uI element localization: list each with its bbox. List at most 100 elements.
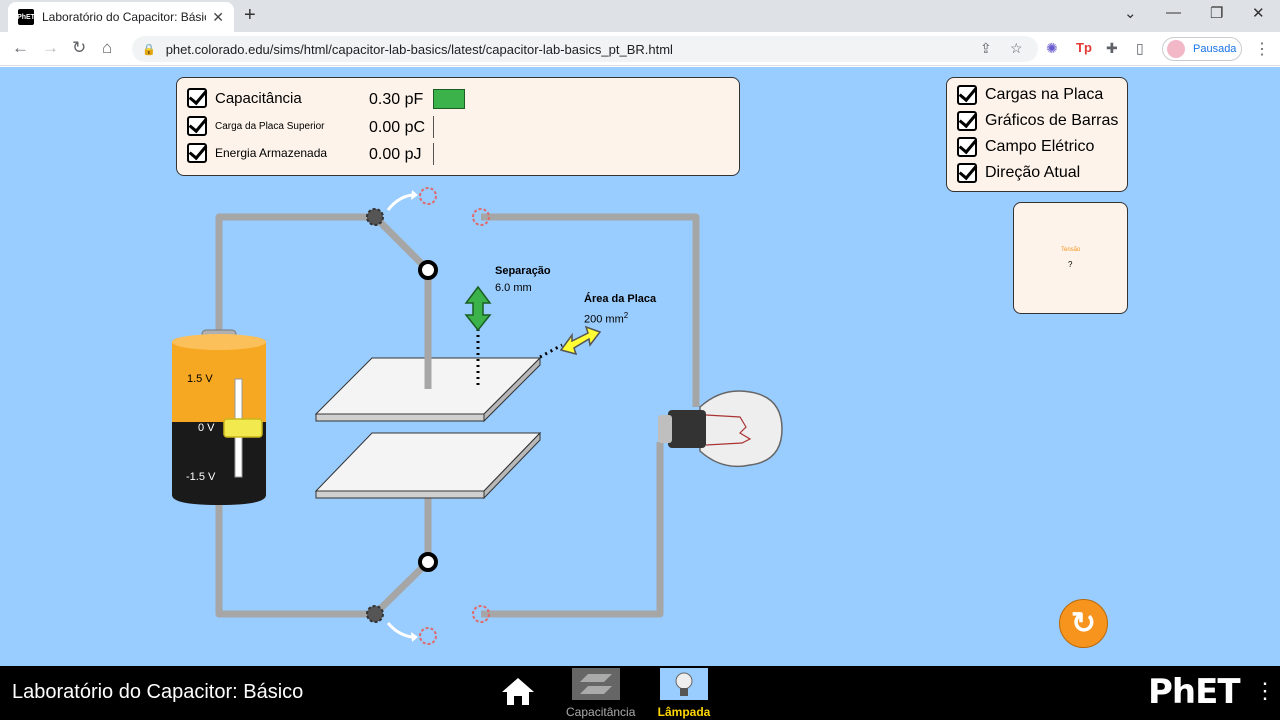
plate-charges-label: Cargas na Placa bbox=[985, 86, 1104, 103]
switch-arm-bottom[interactable] bbox=[372, 559, 431, 617]
tab-lightbulb-screen[interactable]: Lâmpada bbox=[654, 668, 714, 719]
extension-snowflake-icon[interactable]: ✺ bbox=[1046, 40, 1058, 57]
wire-bottom-left bbox=[215, 505, 375, 618]
new-tab-icon[interactable]: + bbox=[244, 4, 256, 27]
avatar bbox=[1167, 40, 1185, 58]
current-direction-checkbox-row[interactable]: Direção Atual bbox=[957, 163, 1080, 183]
stored-energy-checkbox[interactable] bbox=[187, 143, 207, 163]
plate-charges-checkbox[interactable] bbox=[957, 85, 977, 105]
tab-title: Laboratório do Capacitor: Básico bbox=[42, 10, 207, 24]
switch-hint-arrowhead-bottom-icon bbox=[411, 632, 418, 642]
profile-button[interactable]: Pausada bbox=[1162, 37, 1242, 61]
switch-pivot-top[interactable] bbox=[366, 208, 384, 226]
bar-graphs-checkbox-row[interactable]: Gráficos de Barras bbox=[957, 111, 1118, 131]
browser-toolbar: ← → ↻ ⌂ 🔒 phet.colorado.edu/sims/html/ca… bbox=[0, 32, 1280, 66]
switch-open-contact-bottom[interactable] bbox=[419, 627, 437, 645]
switch-hint-arrowhead-top-icon bbox=[411, 190, 418, 200]
electric-field-label: Campo Elétrico bbox=[985, 138, 1095, 155]
switch-contact-bottom[interactable] bbox=[418, 552, 438, 572]
phet-menu-icon[interactable]: ⋮ bbox=[1254, 678, 1276, 704]
lock-icon: 🔒 bbox=[142, 43, 156, 56]
battery-voltage-slider[interactable] bbox=[223, 418, 263, 438]
capacitor-bottom-plate bbox=[314, 431, 542, 500]
extensions-puzzle-icon[interactable]: ✚ bbox=[1106, 40, 1118, 57]
browser-tab[interactable]: PhET Laboratório do Capacitor: Básico ✕ bbox=[8, 2, 234, 32]
side-panel-icon[interactable]: ▯ bbox=[1136, 40, 1144, 57]
current-direction-label: Direção Atual bbox=[985, 164, 1081, 181]
back-icon[interactable]: ← bbox=[12, 38, 29, 58]
stored-energy-bar bbox=[433, 143, 434, 165]
wire-top-left bbox=[215, 213, 375, 337]
voltmeter-toolbox[interactable] bbox=[1013, 202, 1128, 314]
bar-graphs-checkbox[interactable] bbox=[957, 111, 977, 131]
capacitance-label: Capacitância bbox=[215, 89, 302, 107]
phet-navbar: Laboratório do Capacitor: Básico Capacit… bbox=[0, 666, 1280, 720]
capacitance-checkbox[interactable] bbox=[187, 88, 207, 108]
plate-charge-bar bbox=[433, 116, 434, 138]
extension-tp-icon[interactable]: Tp bbox=[1076, 40, 1092, 55]
url-text: phet.colorado.edu/sims/html/capacitor-la… bbox=[165, 41, 673, 57]
restore-icon[interactable]: ❐ bbox=[1210, 4, 1223, 22]
reload-icon[interactable]: ↻ bbox=[72, 38, 86, 58]
switch-hint-arrow-bottom-icon bbox=[386, 622, 413, 639]
capacitance-bar bbox=[433, 89, 465, 109]
bar-graphs-label: Gráficos de Barras bbox=[985, 112, 1119, 129]
address-bar[interactable]: 🔒 phet.colorado.edu/sims/html/capacitor-… bbox=[132, 36, 1038, 62]
home-browser-icon[interactable]: ⌂ bbox=[102, 38, 112, 58]
voltmeter-reading: ? bbox=[1068, 260, 1073, 269]
current-direction-checkbox[interactable] bbox=[957, 163, 977, 183]
share-icon[interactable]: ⇪ bbox=[980, 40, 992, 57]
plate-charge-value: 0.00 pC bbox=[369, 119, 426, 136]
plate-charge-checkbox-row[interactable]: Carga da Placa Superior bbox=[187, 116, 325, 136]
switch-contact-top[interactable] bbox=[418, 260, 438, 280]
plate-charge-label: Carga da Placa Superior bbox=[215, 120, 325, 132]
tab-capacitance-screen[interactable]: Capacitância bbox=[566, 668, 635, 719]
close-window-icon[interactable]: ✕ bbox=[1252, 4, 1265, 22]
battery-min-label: -1.5 V bbox=[186, 471, 216, 483]
plate-area-number: 200 mm bbox=[584, 313, 624, 326]
electric-field-checkbox[interactable] bbox=[957, 137, 977, 157]
switch-pivot-bottom[interactable] bbox=[366, 605, 384, 623]
separation-label: Separação bbox=[495, 265, 551, 277]
forward-icon[interactable]: → bbox=[42, 38, 59, 58]
battery-max-label: 1.5 V bbox=[187, 373, 213, 385]
electric-field-checkbox-row[interactable]: Campo Elétrico bbox=[957, 137, 1094, 157]
switch-arm-top[interactable] bbox=[372, 214, 431, 273]
plate-area-arrow-icon[interactable] bbox=[559, 325, 602, 356]
phet-logo[interactable]: PhET bbox=[1148, 672, 1241, 712]
battery-zero-label: 0 V bbox=[198, 422, 215, 434]
lightbulb-screen-thumbnail bbox=[660, 668, 708, 700]
tab-search-icon[interactable]: ⌄ bbox=[1124, 4, 1137, 22]
capacitance-checkbox-row[interactable]: Capacitância bbox=[187, 88, 302, 108]
browser-menu-icon[interactable]: ⋮ bbox=[1254, 39, 1270, 59]
close-tab-icon[interactable]: ✕ bbox=[212, 9, 224, 26]
home-screen-icon[interactable] bbox=[501, 676, 535, 706]
minimize-icon[interactable]: — bbox=[1166, 4, 1181, 21]
area-guide-line bbox=[539, 343, 563, 359]
plate-charge-checkbox[interactable] bbox=[187, 116, 207, 136]
bookmark-star-icon[interactable]: ☆ bbox=[1010, 40, 1023, 57]
switch-hint-arrow-top-icon bbox=[386, 193, 413, 211]
switch-open-contact-top[interactable] bbox=[419, 187, 437, 205]
separation-arrow-icon[interactable] bbox=[464, 285, 492, 332]
capacitance-value: 0.30 pF bbox=[369, 91, 424, 108]
stored-energy-value: 0.00 pJ bbox=[369, 146, 422, 163]
plate-area-value: 200 mm2 bbox=[584, 311, 628, 326]
browser-tabstrip: PhET Laboratório do Capacitor: Básico ✕ … bbox=[0, 0, 1280, 32]
phet-favicon-icon: PhET bbox=[17, 9, 35, 25]
stored-energy-checkbox-row[interactable]: Energia Armazenada bbox=[187, 143, 327, 163]
plate-area-exponent: 2 bbox=[623, 311, 629, 320]
separation-value: 6.0 mm bbox=[495, 282, 532, 294]
plate-charges-checkbox-row[interactable]: Cargas na Placa bbox=[957, 85, 1103, 105]
sim-title: Laboratório do Capacitor: Básico bbox=[12, 681, 304, 703]
light-bulb bbox=[658, 390, 783, 468]
stored-energy-label: Energia Armazenada bbox=[215, 146, 328, 160]
view-options-panel: Cargas na Placa Gráficos de Barras Campo… bbox=[946, 77, 1128, 192]
lightbulb-screen-label: Lâmpada bbox=[657, 705, 711, 719]
reset-all-button[interactable]: ↻ bbox=[1059, 599, 1108, 648]
capacitance-screen-thumbnail bbox=[572, 668, 620, 700]
voltmeter-label: Tensão bbox=[1061, 247, 1081, 253]
simulation-area: Capacitância 0.30 pF Carga da Placa Supe… bbox=[0, 67, 1280, 666]
reset-icon: ↻ bbox=[1070, 607, 1097, 640]
measurement-panel: Capacitância 0.30 pF Carga da Placa Supe… bbox=[176, 77, 740, 176]
